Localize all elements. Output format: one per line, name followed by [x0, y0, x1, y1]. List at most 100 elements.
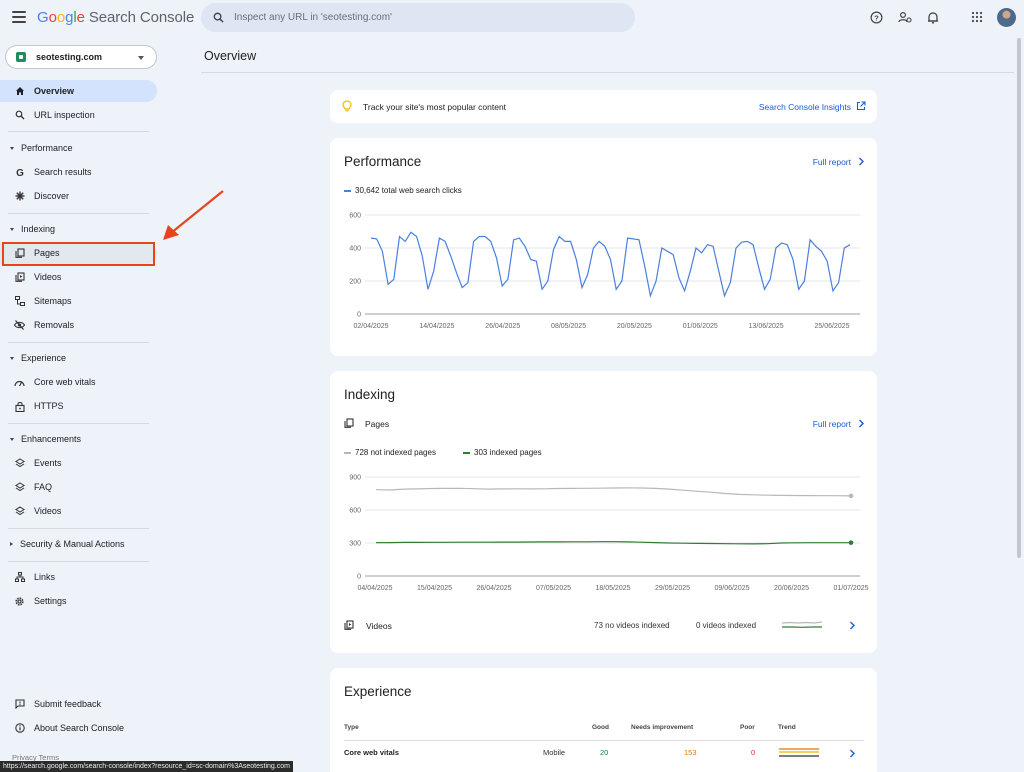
sidebar-item-faq[interactable]: FAQ: [0, 476, 157, 498]
url-inspect-search-bar[interactable]: [201, 3, 635, 32]
sidebar-item-enhancement-videos[interactable]: Videos: [0, 500, 157, 522]
url-inspect-input[interactable]: [234, 12, 614, 23]
menu-icon[interactable]: [12, 11, 26, 23]
header-divider: [201, 72, 1014, 73]
top-bar: Google Search Console ?: [0, 0, 1024, 36]
chevron-down-icon: [138, 56, 144, 60]
sidebar-divider: [8, 423, 149, 424]
row-poor: 0: [751, 748, 756, 757]
info-icon: [14, 723, 25, 734]
sidebar-item-label: Links: [34, 572, 56, 582]
collapse-triangle-icon: [10, 356, 14, 360]
not-indexed-legend: 728 not indexed pages: [344, 448, 436, 457]
help-icon[interactable]: ?: [869, 10, 883, 24]
sidebar-item-about[interactable]: About Search Console: [0, 717, 157, 739]
visibility-off-icon: [14, 320, 25, 331]
sidebar-item-settings[interactable]: Settings: [0, 590, 157, 612]
layers-icon: [14, 458, 25, 469]
chevron-right-icon[interactable]: [858, 419, 865, 428]
sidebar-item-https[interactable]: HTTPS: [0, 395, 157, 417]
sidebar-item-url-inspection[interactable]: URL inspection: [0, 104, 157, 126]
indexing-chart[interactable]: 0 300 600 900 04/04/2025 15/04/2025 26/04/2025…: [330, 469, 877, 597]
sidebar-item-overview[interactable]: Overview: [0, 80, 157, 102]
x-tick-label: 25/06/2025: [814, 323, 849, 330]
x-tick-label: 14/04/2025: [419, 323, 454, 330]
x-tick-label: 29/05/2025: [655, 585, 690, 592]
x-tick-label: 01/07/2025: [833, 585, 868, 592]
col-header-poor: Poor: [740, 724, 755, 731]
video-pages-icon: [344, 620, 354, 630]
performance-title: Performance: [344, 154, 422, 169]
sidebar-item-label: Settings: [34, 596, 67, 606]
logo-letter: G: [37, 9, 49, 26]
sidebar-item-events[interactable]: Events: [0, 452, 157, 474]
status-bar-url: https://search.google.com/search-console…: [0, 761, 293, 772]
y-tick-label: 400: [349, 246, 361, 253]
trend-sparkline: [779, 748, 819, 757]
sidebar-divider: [8, 131, 149, 132]
indexed-legend: 303 indexed pages: [463, 448, 542, 457]
sidebar-item-search-results[interactable]: G Search results: [0, 161, 157, 183]
logo-product-text: Search Console: [88, 9, 195, 26]
sidebar-item-removals[interactable]: Removals: [0, 314, 157, 336]
logo-letter: o: [56, 9, 66, 26]
sidebar-section-performance[interactable]: Performance: [0, 139, 157, 157]
y-tick-label: 300: [349, 541, 361, 548]
indexing-full-report-link[interactable]: Full report: [813, 419, 851, 429]
table-divider: [344, 740, 864, 741]
highlight-box: [2, 242, 155, 266]
lightbulb-icon: [342, 100, 352, 112]
series-end-point: [848, 540, 854, 545]
google-g-icon: G: [14, 167, 25, 178]
logo-letter: e: [76, 9, 85, 26]
sidebar-item-links[interactable]: Links: [0, 566, 157, 588]
app-logo[interactable]: Google Search Console: [37, 9, 194, 26]
col-header-trend: Trend: [778, 724, 796, 731]
sidebar-item-videos[interactable]: Videos: [0, 266, 157, 288]
y-tick-label: 200: [349, 279, 361, 286]
apps-grid-icon[interactable]: [970, 10, 984, 24]
lock-icon: [14, 401, 25, 412]
x-tick-label: 04/04/2025: [357, 585, 392, 592]
links-tree-icon: [14, 572, 25, 583]
sidebar-item-core-web-vitals[interactable]: Core web vitals: [0, 371, 157, 393]
col-header-good: Good: [592, 724, 609, 731]
property-selector[interactable]: seotesting.com: [5, 45, 157, 69]
performance-chart[interactable]: 0 200 400 600 02/04/2025 14/04/2025 26/04/2025…: [330, 208, 877, 338]
notifications-bell-icon[interactable]: [926, 10, 940, 24]
layers-icon: [14, 506, 25, 517]
page-scrollbar[interactable]: [1017, 38, 1021, 558]
property-favicon-icon: [16, 52, 26, 62]
sidebar-item-label: Videos: [34, 272, 62, 282]
sidebar-section-indexing[interactable]: Indexing: [0, 220, 157, 238]
manage-users-icon[interactable]: [898, 10, 912, 24]
sidebar-item-label: URL inspection: [34, 110, 95, 120]
section-label: Enhancements: [21, 434, 82, 444]
performance-full-report-link[interactable]: Full report: [813, 157, 851, 167]
sidebar-item-discover[interactable]: Discover: [0, 185, 157, 207]
collapse-triangle-icon: [10, 227, 14, 231]
gear-icon: [14, 596, 25, 607]
sidebar-section-security[interactable]: Security & Manual Actions: [0, 535, 157, 553]
x-tick-label: 08/05/2025: [551, 323, 586, 330]
sidebar-item-label: Discover: [34, 191, 70, 201]
sidebar-item-label: Core web vitals: [34, 377, 96, 387]
x-tick-label: 09/06/2025: [714, 585, 749, 592]
chevron-right-icon[interactable]: [858, 157, 865, 166]
sidebar-item-label: Events: [34, 458, 62, 468]
collapse-triangle-icon: [10, 437, 14, 441]
account-avatar[interactable]: [997, 8, 1016, 27]
sidebar-section-experience[interactable]: Experience: [0, 349, 157, 367]
sidebar-item-sitemaps[interactable]: Sitemaps: [0, 290, 157, 312]
videos-not-indexed-count: 73 no videos indexed: [594, 621, 670, 630]
open-in-new-icon[interactable]: [856, 101, 866, 111]
insights-link[interactable]: Search Console Insights: [759, 102, 851, 112]
chevron-right-icon[interactable]: [849, 749, 856, 758]
chevron-right-icon[interactable]: [849, 621, 856, 630]
y-tick-label: 900: [349, 475, 361, 482]
sidebar-item-submit-feedback[interactable]: Submit feedback: [0, 693, 157, 715]
svg-text:G: G: [16, 168, 24, 177]
collapse-triangle-icon: [10, 146, 14, 150]
sidebar-section-enhancements[interactable]: Enhancements: [0, 430, 157, 448]
col-header-type: Type: [344, 724, 359, 731]
